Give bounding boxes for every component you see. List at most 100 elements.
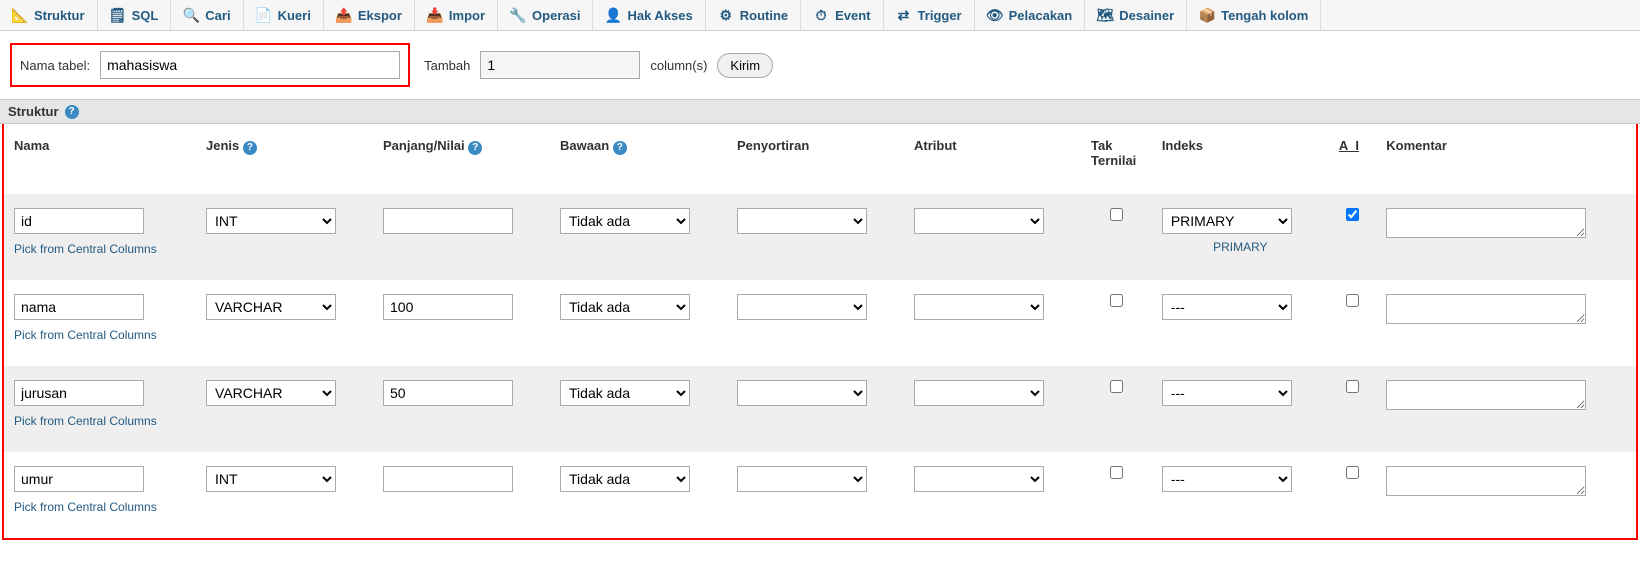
tab-cari[interactable]: 🔍Cari bbox=[171, 0, 243, 30]
table-row: Pick from Central Columns INTVARCHARTEXTD… bbox=[4, 280, 1636, 366]
field-length-input[interactable] bbox=[383, 380, 513, 406]
col-header-length: Panjang/Nilai ? bbox=[373, 124, 550, 194]
tab-label: Hak Akses bbox=[627, 8, 692, 23]
field-default-select[interactable]: Tidak adaNULLCURRENT_TIMESTAMP bbox=[560, 380, 690, 406]
tab-label: Operasi bbox=[532, 8, 580, 23]
field-name-input[interactable] bbox=[14, 380, 144, 406]
tab-operasi[interactable]: 🔧 Operasi bbox=[498, 0, 593, 30]
field-ai-checkbox[interactable] bbox=[1346, 466, 1359, 479]
add-columns-input[interactable] bbox=[480, 51, 640, 79]
tab-hak-akses[interactable]: 👤 Hak Akses bbox=[593, 0, 705, 30]
help-icon[interactable]: ? bbox=[243, 141, 257, 155]
col-header-type: Jenis ? bbox=[196, 124, 373, 194]
help-icon[interactable]: ? bbox=[468, 141, 482, 155]
tab-label: Ekspor bbox=[358, 8, 402, 23]
field-default-select[interactable]: Tidak adaNULLCURRENT_TIMESTAMP bbox=[560, 208, 690, 234]
pick-central-link[interactable]: Pick from Central Columns bbox=[14, 500, 186, 514]
tab-label: Pelacakan bbox=[1009, 8, 1073, 23]
field-attribute-select[interactable] bbox=[914, 294, 1044, 320]
tab-desainer[interactable]: 🗺Desainer bbox=[1085, 0, 1187, 30]
field-index-select[interactable]: ---PRIMARYUNIQUEINDEXFULLTEXT bbox=[1162, 294, 1292, 320]
field-type-select[interactable]: INTVARCHARTEXTDATE bbox=[206, 294, 336, 320]
kueri-icon: 📄 bbox=[256, 7, 272, 23]
col-header-attr: Atribut bbox=[904, 124, 1081, 194]
routine-icon: ⚙ bbox=[718, 7, 734, 23]
tab-label: Trigger bbox=[918, 8, 962, 23]
col-header-null: Tak Ternilai bbox=[1081, 124, 1152, 194]
top-tabs: 📐Struktur🗒SQL🔍Cari 📄 Kueri 📤 Ekspor 📥 Impor 🔧 Op… bbox=[0, 0, 1640, 31]
field-comment-textarea[interactable] bbox=[1386, 208, 1586, 238]
field-length-input[interactable] bbox=[383, 294, 513, 320]
col-header-default: Bawaan ? bbox=[550, 124, 727, 194]
field-index-select[interactable]: ---PRIMARYUNIQUEINDEXFULLTEXT bbox=[1162, 380, 1292, 406]
field-length-input[interactable] bbox=[383, 466, 513, 492]
tab-sql[interactable]: 🗒SQL bbox=[98, 0, 172, 30]
field-ai-checkbox[interactable] bbox=[1346, 208, 1359, 221]
field-comment-textarea[interactable] bbox=[1386, 294, 1586, 324]
help-icon[interactable]: ? bbox=[613, 141, 627, 155]
tab-struktur[interactable]: 📐Struktur bbox=[0, 0, 98, 30]
tab-kueri[interactable]: 📄 Kueri bbox=[244, 0, 324, 30]
field-null-checkbox[interactable] bbox=[1110, 380, 1123, 393]
field-length-input[interactable] bbox=[383, 208, 513, 234]
field-attribute-select[interactable] bbox=[914, 466, 1044, 492]
section-title: Struktur bbox=[8, 104, 59, 119]
ekspor-icon: 📤 bbox=[336, 7, 352, 23]
tab-routine[interactable]: ⚙Routine bbox=[706, 0, 801, 30]
table-name-highlight: Nama tabel: bbox=[10, 43, 410, 87]
field-index-select[interactable]: ---PRIMARYUNIQUEINDEXFULLTEXT bbox=[1162, 208, 1292, 234]
field-type-select[interactable]: INTVARCHARTEXTDATE bbox=[206, 208, 336, 234]
submit-button[interactable]: Kirim bbox=[717, 53, 773, 78]
field-comment-textarea[interactable] bbox=[1386, 466, 1586, 496]
col-header-comment: Komentar bbox=[1376, 124, 1636, 194]
field-null-checkbox[interactable] bbox=[1110, 466, 1123, 479]
field-name-input[interactable] bbox=[14, 466, 144, 492]
field-ai-checkbox[interactable] bbox=[1346, 294, 1359, 307]
table-name-input[interactable] bbox=[100, 51, 400, 79]
columns-suffix-label: column(s) bbox=[650, 58, 707, 73]
col-header-ai: A_I bbox=[1329, 124, 1376, 194]
tab-tengah-kolom[interactable]: 📦Tengah kolom bbox=[1187, 0, 1321, 30]
col-header-collation: Penyortiran bbox=[727, 124, 904, 194]
field-null-checkbox[interactable] bbox=[1110, 294, 1123, 307]
help-icon[interactable]: ? bbox=[65, 105, 79, 119]
tab-label: Desainer bbox=[1119, 8, 1174, 23]
impor-icon: 📥 bbox=[427, 7, 443, 23]
pick-central-link[interactable]: Pick from Central Columns bbox=[14, 414, 186, 428]
hak-akses-icon: 👤 bbox=[605, 7, 621, 23]
operasi-icon: 🔧 bbox=[510, 7, 526, 23]
table-row: Pick from Central Columns INTVARCHARTEXTD… bbox=[4, 194, 1636, 280]
columns-table: Nama Jenis ? Panjang/Nilai ? Bawaan ? Pe… bbox=[4, 124, 1636, 538]
pelacakan-icon: 👁 bbox=[987, 7, 1003, 23]
field-name-input[interactable] bbox=[14, 294, 144, 320]
field-null-checkbox[interactable] bbox=[1110, 208, 1123, 221]
field-attribute-select[interactable] bbox=[914, 380, 1044, 406]
tab-label: Impor bbox=[449, 8, 485, 23]
field-type-select[interactable]: INTVARCHARTEXTDATE bbox=[206, 380, 336, 406]
tab-label: Tengah kolom bbox=[1221, 8, 1308, 23]
tab-label: Kueri bbox=[278, 8, 311, 23]
col-header-index: Indeks bbox=[1152, 124, 1329, 194]
pick-central-link[interactable]: Pick from Central Columns bbox=[14, 242, 186, 256]
field-index-select[interactable]: ---PRIMARYUNIQUEINDEXFULLTEXT bbox=[1162, 466, 1292, 492]
tab-trigger[interactable]: ⇄Trigger bbox=[884, 0, 975, 30]
cari-icon: 🔍 bbox=[183, 7, 199, 23]
field-default-select[interactable]: Tidak adaNULLCURRENT_TIMESTAMP bbox=[560, 466, 690, 492]
field-collation-select[interactable] bbox=[737, 380, 867, 406]
tab-pelacakan[interactable]: 👁 Pelacakan bbox=[975, 0, 1086, 30]
field-default-select[interactable]: Tidak adaNULLCURRENT_TIMESTAMP bbox=[560, 294, 690, 320]
col-header-name: Nama bbox=[4, 124, 196, 194]
tab-ekspor[interactable]: 📤 Ekspor bbox=[324, 0, 415, 30]
field-collation-select[interactable] bbox=[737, 466, 867, 492]
tab-event[interactable]: ⏱Event bbox=[801, 0, 883, 30]
pick-central-link[interactable]: Pick from Central Columns bbox=[14, 328, 186, 342]
field-name-input[interactable] bbox=[14, 208, 144, 234]
tab-impor[interactable]: 📥 Impor bbox=[415, 0, 498, 30]
field-ai-checkbox[interactable] bbox=[1346, 380, 1359, 393]
table-row: Pick from Central Columns INTVARCHARTEXTD… bbox=[4, 452, 1636, 538]
field-collation-select[interactable] bbox=[737, 208, 867, 234]
field-attribute-select[interactable] bbox=[914, 208, 1044, 234]
field-collation-select[interactable] bbox=[737, 294, 867, 320]
field-type-select[interactable]: INTVARCHARTEXTDATE bbox=[206, 466, 336, 492]
field-comment-textarea[interactable] bbox=[1386, 380, 1586, 410]
